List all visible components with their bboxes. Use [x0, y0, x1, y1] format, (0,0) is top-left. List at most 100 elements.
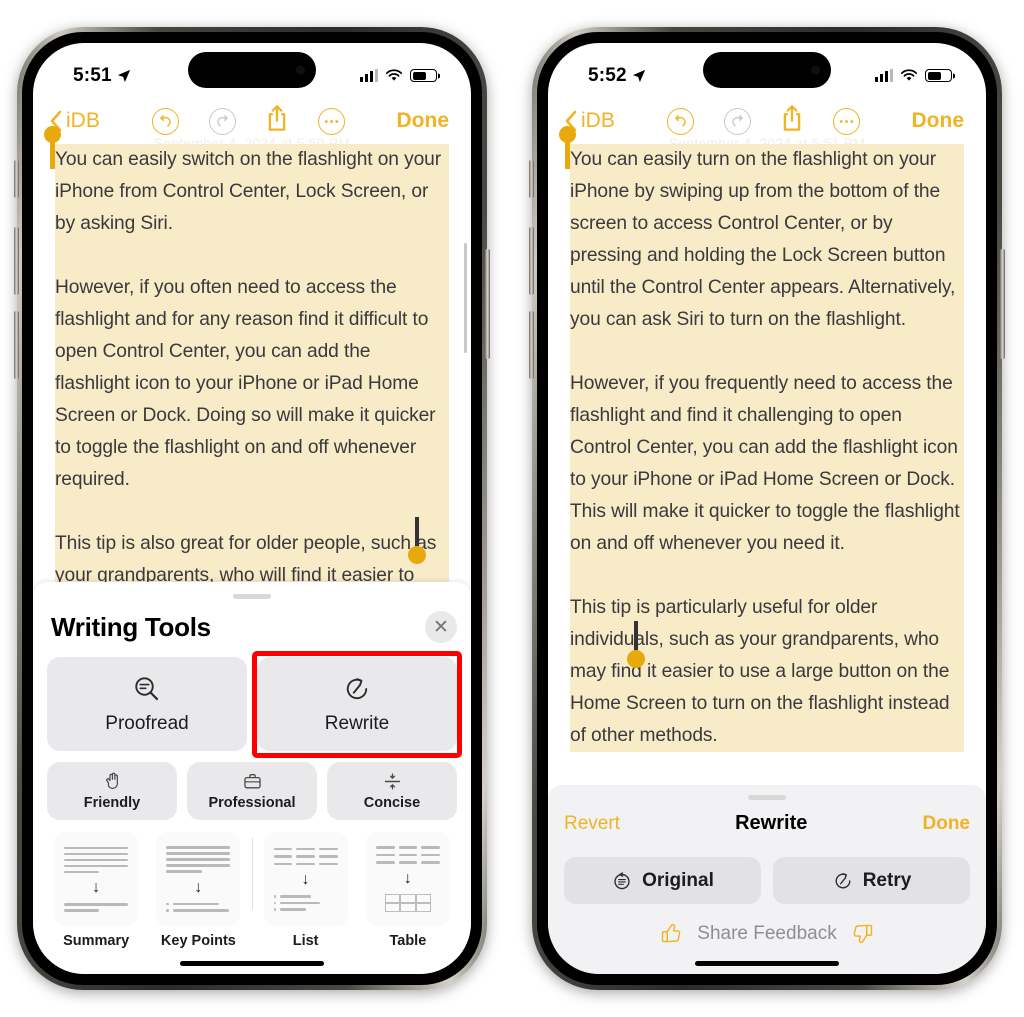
wifi-icon [385, 69, 403, 81]
power-button[interactable] [1000, 249, 1005, 359]
redo-icon[interactable] [723, 107, 751, 135]
done-button[interactable]: Done [912, 109, 965, 133]
status-bar-right: 5:52 [548, 43, 986, 98]
friendly-button[interactable]: Friendly [47, 762, 177, 820]
paragraph-gap [570, 560, 964, 592]
arrow-down-icon: ↓ [92, 879, 101, 896]
status-indicators [875, 69, 952, 82]
cellular-bars-icon [360, 69, 378, 82]
professional-button[interactable]: Professional [187, 762, 317, 820]
retry-clock-icon [835, 872, 851, 888]
format-actions-row: ↓ Summary ↓ Key Points ↓ List ↓ Table [47, 832, 457, 955]
list-button[interactable]: ↓ List [257, 832, 355, 949]
concise-button[interactable]: Concise [327, 762, 457, 820]
back-label: iDB [66, 109, 100, 132]
power-button[interactable] [485, 249, 490, 359]
retry-button[interactable]: Retry [773, 857, 970, 904]
concise-label: Concise [363, 795, 421, 811]
volume-down-button[interactable] [14, 311, 19, 379]
volume-down-button[interactable] [529, 311, 534, 379]
list-label: List [292, 933, 319, 949]
key-points-button[interactable]: ↓ Key Points [149, 832, 247, 949]
done-button[interactable]: Done [397, 109, 450, 133]
note-paragraph: However, if you often need to access the… [55, 272, 449, 496]
undo-icon[interactable] [151, 107, 179, 135]
undo-icon[interactable] [666, 107, 694, 135]
paragraph-gap [55, 240, 449, 272]
rewrite-highlight-wrapper: Rewrite [252, 651, 462, 758]
battery-icon [925, 69, 952, 82]
redo-icon[interactable] [208, 107, 236, 135]
magnifier-lines-icon [135, 676, 159, 700]
wifi-icon [900, 69, 918, 81]
thumbs-down-icon[interactable] [851, 922, 874, 945]
battery-icon [410, 69, 437, 82]
tone-actions-row: Friendly Professional Concise [47, 762, 457, 820]
vertical-divider [251, 838, 253, 909]
volume-up-button[interactable] [529, 227, 534, 295]
scroll-indicator[interactable] [464, 243, 467, 353]
selection-start-handle[interactable] [44, 126, 61, 169]
rewrite-label: Rewrite [324, 712, 390, 734]
arrow-down-icon: ↓ [301, 871, 310, 888]
phone-right: 5:52 iDB Done September 4, 2024 at 5:51 … [529, 27, 1005, 990]
status-time: 5:51 [73, 64, 112, 86]
proofread-label: Proofread [105, 712, 189, 734]
nav-tools-right [615, 105, 912, 137]
friendly-label: Friendly [83, 795, 141, 811]
ellipsis-icon[interactable] [832, 107, 860, 135]
selection-start-handle[interactable] [559, 126, 576, 169]
revert-button[interactable]: Revert [564, 813, 620, 835]
key-points-icon: ↓ [156, 832, 241, 926]
table-button[interactable]: ↓ Table [359, 832, 457, 949]
rewrite-done-button[interactable]: Done [923, 813, 971, 835]
paragraph-gap [55, 496, 449, 528]
sheet-grabber[interactable] [233, 594, 271, 599]
share-feedback-label[interactable]: Share Feedback [697, 923, 836, 945]
note-paragraph: This tip is particularly useful for olde… [570, 592, 964, 752]
screen-right: 5:52 iDB Done September 4, 2024 at 5:51 … [548, 43, 986, 974]
table-icon: ↓ [365, 832, 450, 926]
share-feedback-row: Share Feedback [564, 922, 970, 955]
rewrite-button[interactable]: Rewrite [257, 657, 457, 751]
rewrite-bar-header: Revert Rewrite Done [564, 812, 970, 835]
writing-tools-sheet: Writing Tools ✕ Proofread Rewrite Friend… [33, 582, 471, 974]
rewrite-bar-title: Rewrite [735, 812, 808, 834]
share-icon[interactable] [781, 105, 803, 137]
rewrite-buttons-row: Original Retry [564, 857, 970, 904]
professional-label: Professional [208, 795, 296, 811]
page-title: Writing Tools [51, 611, 211, 642]
thumbs-up-icon[interactable] [660, 922, 683, 945]
share-icon[interactable] [266, 105, 288, 137]
note-body-right[interactable]: You can easily turn on the flashlight on… [548, 126, 986, 752]
sheet-grabber[interactable] [748, 795, 786, 800]
summary-button[interactable]: ↓ Summary [47, 832, 145, 949]
key-points-label: Key Points [160, 933, 236, 949]
home-indicator[interactable] [180, 961, 324, 966]
primary-actions-row: Proofread Rewrite [47, 651, 462, 758]
table-label: Table [389, 933, 427, 949]
selection-end-handle[interactable] [627, 621, 645, 668]
note-paragraph: However, if you frequently need to acces… [570, 368, 964, 560]
retry-label: Retry [862, 869, 912, 891]
nav-tools-left [100, 105, 397, 137]
volume-up-button[interactable] [14, 227, 19, 295]
screenshot-stage: 5:51 iDB Done September 4, 2024 at 5:50 … [0, 0, 1024, 1017]
action-button[interactable] [14, 160, 19, 198]
close-icon[interactable]: ✕ [425, 611, 457, 643]
status-bar-left: 5:51 [33, 43, 471, 98]
action-button[interactable] [529, 160, 534, 198]
screen-left: 5:51 iDB Done September 4, 2024 at 5:50 … [33, 43, 471, 974]
summary-icon: ↓ [54, 832, 139, 926]
home-indicator[interactable] [695, 961, 839, 966]
phone-bezel-right: 5:52 iDB Done September 4, 2024 at 5:51 … [537, 32, 997, 985]
briefcase-icon [243, 774, 261, 789]
nav-bar-left: iDB Done [33, 98, 471, 144]
selection-end-handle[interactable] [408, 517, 426, 564]
paragraph-gap [570, 336, 964, 368]
ellipsis-icon[interactable] [317, 107, 345, 135]
nav-bar-right: iDB Done [548, 98, 986, 144]
original-button[interactable]: Original [564, 857, 761, 904]
original-doc-icon [614, 871, 630, 889]
proofread-button[interactable]: Proofread [47, 657, 247, 751]
